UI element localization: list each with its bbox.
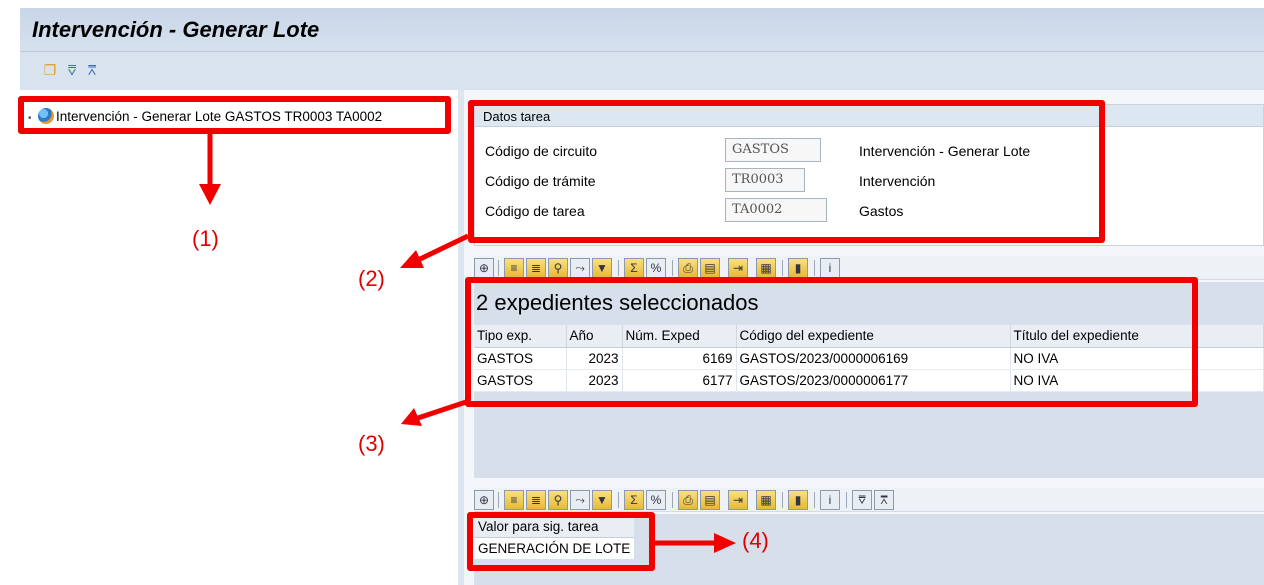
collapse-up-icon[interactable]: ⩞	[84, 62, 100, 78]
annotation-box-4	[467, 512, 655, 571]
views-icon[interactable]: ▤	[700, 258, 720, 278]
find-icon[interactable]: ⚲	[548, 258, 568, 278]
info-icon[interactable]: i	[820, 490, 840, 510]
export-icon[interactable]: ⇥	[728, 490, 748, 510]
graphic-icon[interactable]: ▮	[788, 258, 808, 278]
sort-ascending-icon[interactable]: ≡	[504, 490, 524, 510]
print-icon[interactable]: ⎙	[678, 258, 698, 278]
export-icon[interactable]: ⇥	[728, 258, 748, 278]
sum-icon[interactable]: Σ	[624, 490, 644, 510]
collapse-down-icon[interactable]: ⩢	[64, 62, 80, 78]
sort-ascending-icon[interactable]: ≡	[504, 258, 524, 278]
expand-all-icon[interactable]: ❐	[42, 62, 58, 78]
annotation-box-2	[468, 100, 1105, 243]
details-icon[interactable]: ⊕	[474, 258, 494, 278]
subtotal-icon[interactable]: %	[646, 258, 666, 278]
expand-down-icon[interactable]: ⩢	[852, 490, 872, 510]
layout-icon[interactable]: ▦	[756, 490, 776, 510]
annotation-box-1	[18, 96, 451, 134]
callout-1: (1)	[192, 226, 219, 251]
window-title: Intervención - Generar Lote	[32, 17, 320, 42]
views-icon[interactable]: ▤	[700, 490, 720, 510]
graphic-icon[interactable]: ▮	[788, 490, 808, 510]
window-title-bar: Intervención - Generar Lote	[20, 8, 1264, 52]
sort-descending-icon[interactable]: ≣	[526, 258, 546, 278]
print-icon[interactable]: ⎙	[678, 490, 698, 510]
callout-4: (4)	[742, 528, 769, 553]
callout-3: (3)	[358, 431, 385, 456]
find-next-icon[interactable]: ⤳	[570, 258, 590, 278]
filter-icon[interactable]: ▼	[592, 258, 612, 278]
subtotal-icon[interactable]: %	[646, 490, 666, 510]
alv-toolbar-valor: ⊕ ≡ ≣ ⚲ ⤳ ▼ Σ % ⎙ ▤ ⇥ ▦ ▮ i ⩢ ⩞	[474, 488, 1264, 512]
annotation-box-3	[465, 277, 1198, 407]
find-next-icon[interactable]: ⤳	[570, 490, 590, 510]
sum-icon[interactable]: Σ	[624, 258, 644, 278]
sort-descending-icon[interactable]: ≣	[526, 490, 546, 510]
layout-icon[interactable]: ▦	[756, 258, 776, 278]
filter-icon[interactable]: ▼	[592, 490, 612, 510]
collapse-up-icon[interactable]: ⩞	[874, 490, 894, 510]
details-icon[interactable]: ⊕	[474, 490, 494, 510]
callout-2: (2)	[358, 266, 385, 291]
info-icon[interactable]: i	[820, 258, 840, 278]
find-icon[interactable]: ⚲	[548, 490, 568, 510]
tree-pane: • Intervención - Generar Lote GASTOS TR00…	[20, 90, 456, 585]
application-toolbar: ❐ ⩢ ⩞	[20, 52, 1264, 90]
